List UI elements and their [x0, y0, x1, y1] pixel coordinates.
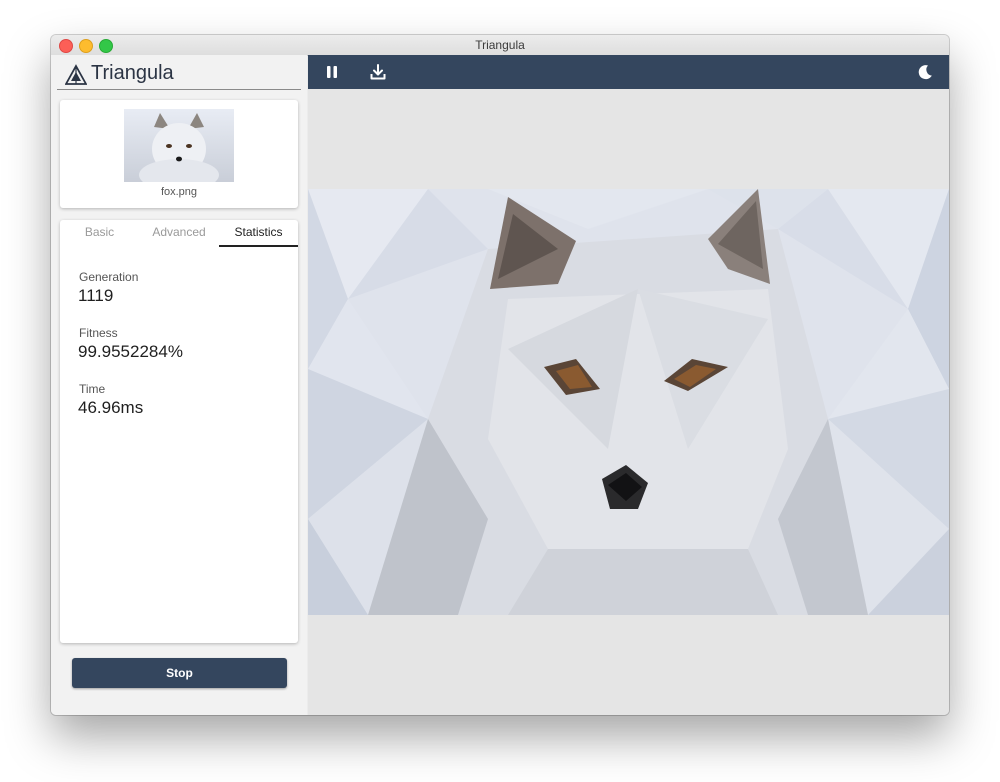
pause-icon[interactable] [322, 62, 342, 82]
fitness-label: Fitness [79, 326, 118, 340]
toolbar [308, 55, 949, 89]
triangulated-output-canvas [308, 189, 949, 615]
source-image-filename: fox.png [160, 186, 198, 198]
generation-value: 1119 [78, 286, 114, 305]
window-title: Triangula [475, 38, 525, 52]
app-window: Triangula Triangula fox.png Basic Advanc… [51, 35, 949, 715]
settings-tabs: Basic Advanced Statistics [60, 220, 298, 247]
triangula-logo-icon [65, 64, 87, 85]
tab-statistics[interactable]: Statistics [219, 220, 298, 247]
download-icon[interactable] [368, 62, 388, 82]
generation-label: Generation [79, 270, 139, 284]
sidebar: Triangula fox.png Basic Advanced Statist… [51, 55, 307, 715]
time-label: Time [79, 382, 106, 396]
stop-button[interactable]: Stop [72, 658, 287, 688]
title-bar[interactable]: Triangula [51, 35, 949, 56]
dark-mode-moon-icon[interactable] [915, 62, 935, 82]
app-brand: Triangula [57, 61, 301, 90]
tab-advanced[interactable]: Advanced [139, 220, 219, 245]
main-area [308, 55, 949, 715]
source-image-thumbnail[interactable] [124, 109, 234, 182]
fitness-value: 99.9552284% [78, 342, 183, 361]
time-value: 46.96ms [78, 398, 144, 417]
app-name: Triangula [91, 62, 174, 84]
tab-basic[interactable]: Basic [60, 220, 139, 245]
settings-panel: Basic Advanced Statistics Generation 111… [60, 220, 298, 643]
source-image-card[interactable]: fox.png [60, 100, 298, 208]
